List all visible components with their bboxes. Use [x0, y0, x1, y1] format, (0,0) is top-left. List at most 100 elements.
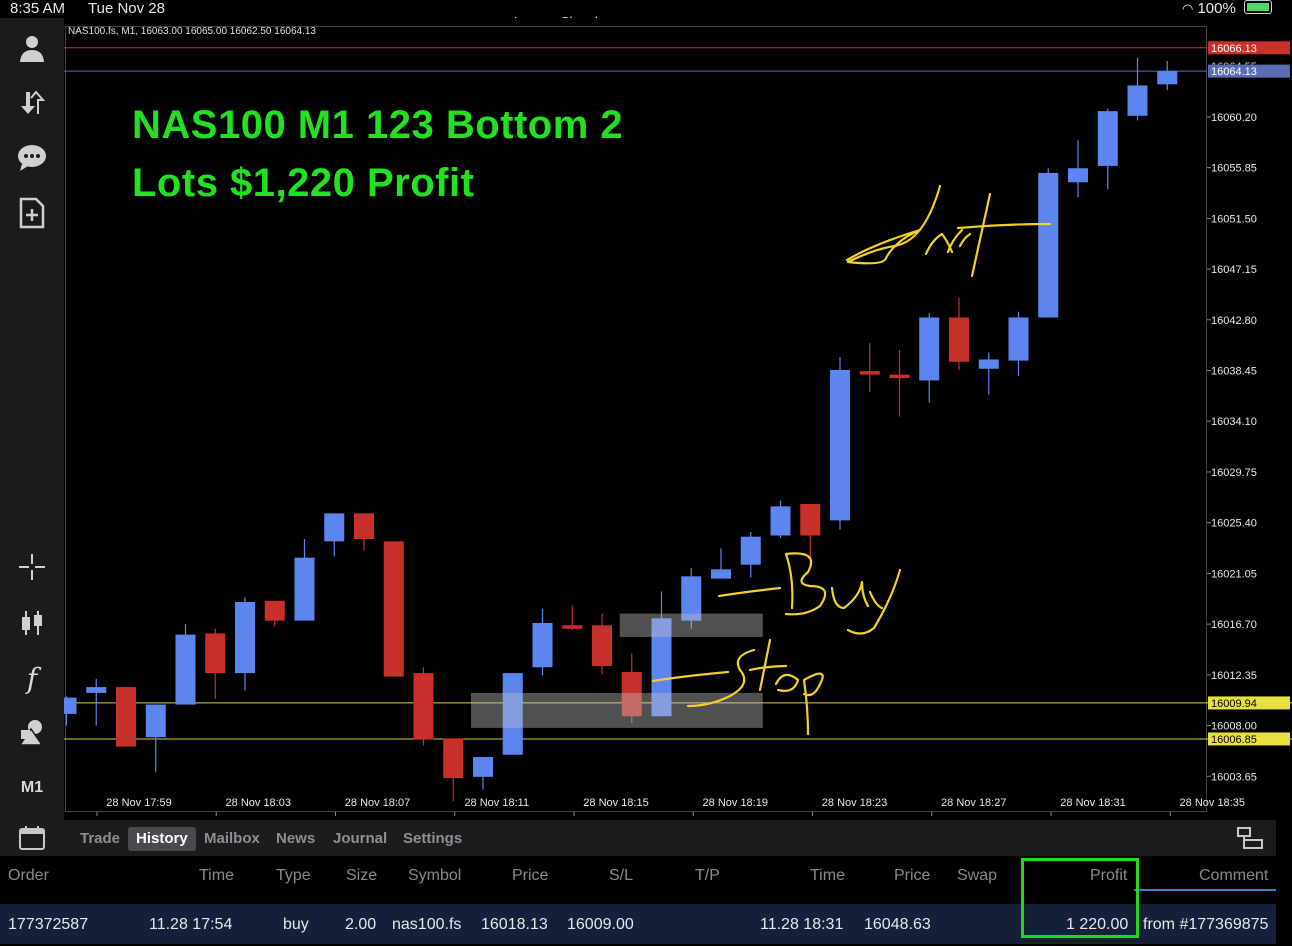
- cell-sl: 16009.00: [567, 916, 634, 933]
- candle-body: [175, 634, 196, 705]
- comment-column-indicator: [1134, 889, 1276, 891]
- candle-body: [205, 633, 226, 674]
- candle-body: [592, 625, 612, 667]
- entry-zone-highlight: [619, 613, 763, 637]
- battery-icon: [1244, 0, 1272, 14]
- cell-comment: from #177369875: [1143, 916, 1269, 933]
- candle-body: [978, 359, 999, 369]
- profile-icon[interactable]: [10, 26, 54, 70]
- candle-body: [949, 317, 969, 362]
- crosshair-icon[interactable]: [10, 545, 54, 589]
- exit-handwriting: [956, 192, 1052, 278]
- col-open-time[interactable]: Time: [199, 867, 234, 885]
- time-tick-label: 28 Nov 17:59: [106, 797, 171, 809]
- candle-body: [1127, 85, 1148, 116]
- cell-type: buy: [283, 916, 309, 933]
- candle-type-icon[interactable]: [10, 601, 54, 645]
- candle-body: [740, 536, 761, 565]
- tab-journal[interactable]: Journal: [325, 827, 395, 851]
- objects-icon[interactable]: [10, 711, 54, 755]
- candle-body: [116, 687, 136, 747]
- indicators-icon[interactable]: f: [10, 656, 54, 700]
- col-tp[interactable]: T/P: [695, 867, 720, 885]
- left-toolbar: f M1: [0, 18, 64, 820]
- time-tick-label: 28 Nov 18:23: [822, 797, 887, 809]
- stop-level-label: 16009.94: [1211, 698, 1257, 710]
- candle-body: [919, 317, 940, 381]
- candle-body: [859, 371, 880, 375]
- battery-percent: 100%: [1197, 0, 1236, 17]
- tab-settings[interactable]: Settings: [395, 827, 470, 851]
- cell-size: 2.00: [345, 916, 377, 933]
- candle-body: [294, 557, 315, 621]
- candle-body: [889, 374, 910, 379]
- candle-body: [1097, 111, 1118, 166]
- buy-handwriting: [717, 552, 827, 616]
- deposit-icon[interactable]: [10, 81, 54, 125]
- col-swap[interactable]: Swap: [957, 867, 997, 885]
- timeframe-button[interactable]: M1: [10, 766, 54, 810]
- layout-icon[interactable]: [1236, 826, 1264, 857]
- candle-body: [64, 697, 77, 714]
- price-tick-label: 16034.10: [1211, 416, 1257, 428]
- col-sl[interactable]: S/L: [609, 867, 633, 885]
- candle-body: [473, 757, 493, 777]
- lower-level-label: 16006.85: [1211, 734, 1257, 746]
- price-tick-label: 16042.80: [1211, 315, 1257, 327]
- calendar-icon[interactable]: [18, 825, 46, 856]
- ask-price-label: 16066.13: [1211, 43, 1257, 55]
- cell-close-time: 11.28 18:31: [760, 916, 844, 933]
- price-tick-label: 16012.35: [1211, 670, 1257, 682]
- price-tick-label: 16055.85: [1211, 163, 1257, 175]
- wifi-icon: ◠: [1181, 1, 1194, 16]
- cell-open-price: 16018.13: [481, 916, 548, 933]
- col-type[interactable]: Type: [276, 867, 311, 885]
- chat-icon[interactable]: [10, 136, 54, 180]
- candle-body: [235, 601, 255, 674]
- tab-mailbox[interactable]: Mailbox: [196, 827, 268, 851]
- price-tick-label: 16016.70: [1211, 619, 1257, 631]
- col-close-price[interactable]: Price: [894, 867, 930, 885]
- candle-body: [1157, 71, 1178, 85]
- entry-zone-highlight: [471, 692, 763, 728]
- tab-news[interactable]: News: [268, 827, 323, 851]
- candle-body: [413, 673, 434, 740]
- time-tick-label: 28 Nov 18:31: [1060, 797, 1125, 809]
- candle-body: [443, 738, 464, 779]
- profit-highlight-box: [1021, 858, 1139, 938]
- col-close-time[interactable]: Time: [810, 867, 845, 885]
- chart-area[interactable]: NAS100.fs, M1, 16063.00 16065.00 16062.5…: [64, 18, 1292, 820]
- price-tick-label: 16025.40: [1211, 518, 1257, 530]
- price-tick-label: 16029.75: [1211, 467, 1257, 479]
- price-tick-label: 16060.20: [1211, 112, 1257, 124]
- col-order[interactable]: Order: [8, 867, 49, 885]
- price-tick-label: 16038.45: [1211, 366, 1257, 378]
- candle-body: [830, 369, 850, 521]
- new-order-icon[interactable]: [10, 191, 54, 235]
- candle-body: [383, 541, 404, 677]
- col-open-price[interactable]: Price: [512, 867, 548, 885]
- candle-body: [1008, 317, 1029, 361]
- time-tick-label: 28 Nov 18:35: [1180, 797, 1245, 809]
- tab-trade[interactable]: Trade: [72, 827, 128, 851]
- price-tick-label: 16047.15: [1211, 264, 1257, 276]
- candle-body: [86, 687, 107, 693]
- time-tick-label: 28 Nov 18:15: [583, 797, 648, 809]
- col-comment[interactable]: Comment: [1199, 867, 1268, 885]
- candle-body: [1038, 172, 1059, 318]
- time-tick-label: 28 Nov 18:11: [464, 797, 529, 809]
- bottom-tab-bar: Trade History Mailbox News Journal Setti…: [0, 820, 1276, 856]
- bid-price-label: 16064.13: [1211, 66, 1257, 78]
- col-symbol[interactable]: Symbol: [408, 867, 461, 885]
- headline-line-1: NAS100 M1 123 Bottom 2: [132, 103, 624, 147]
- price-tick-label: 16051.50: [1211, 213, 1257, 225]
- time-tick-label: 28 Nov 18:03: [226, 797, 291, 809]
- time-tick-label: 28 Nov 18:19: [703, 797, 768, 809]
- price-tick-label: 16021.05: [1211, 568, 1257, 580]
- cell-order: 177372587: [8, 916, 89, 933]
- col-size[interactable]: Size: [346, 867, 377, 885]
- candle-body: [532, 622, 553, 668]
- headline-line-2: Lots $1,220 Profit: [132, 161, 475, 205]
- cell-symbol: nas100.fs: [392, 916, 462, 933]
- tab-history[interactable]: History: [128, 827, 196, 851]
